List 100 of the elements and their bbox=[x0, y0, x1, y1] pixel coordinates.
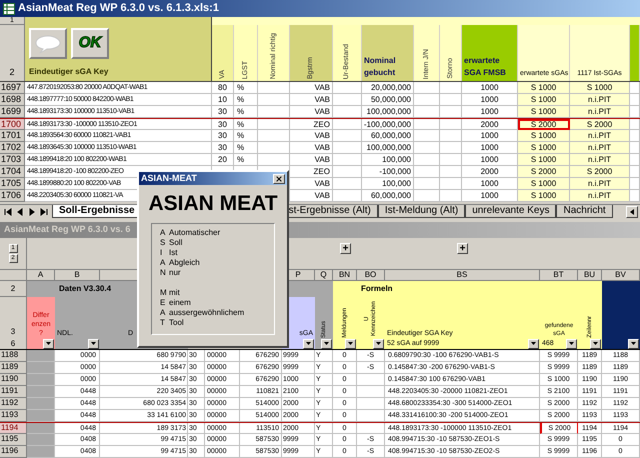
row-number: 1697 bbox=[0, 82, 25, 94]
table-cell: S 1000 bbox=[518, 142, 570, 154]
filter-dropdown-button[interactable] bbox=[566, 338, 577, 348]
expand-group-button[interactable]: + bbox=[340, 243, 351, 254]
filter-dropdown-button[interactable] bbox=[345, 338, 356, 348]
dropdown-arrow-icon bbox=[531, 342, 536, 345]
legend-letter: T bbox=[160, 318, 166, 328]
table-cell: 1000 bbox=[462, 94, 518, 106]
table-cell: % bbox=[234, 94, 258, 106]
row-number: 1699 bbox=[0, 106, 25, 118]
row-number: 2 bbox=[8, 66, 16, 78]
table-cell: 30 bbox=[212, 130, 234, 142]
table-cell: n.i.PIT bbox=[570, 178, 630, 190]
row-number: 1196 bbox=[0, 446, 27, 458]
legend-letter: A bbox=[160, 258, 166, 268]
table-cell: -100,000 bbox=[362, 166, 414, 178]
table-cell: % bbox=[234, 106, 258, 118]
ok-button[interactable]: OK bbox=[71, 28, 109, 59]
row-number: 1193 bbox=[0, 410, 27, 422]
row-number: 1700 bbox=[0, 119, 25, 130]
table-cell: % bbox=[234, 142, 258, 154]
legend-letter: M bbox=[160, 288, 168, 298]
comment-button[interactable] bbox=[29, 28, 67, 59]
legend-word: Automatischer bbox=[169, 228, 220, 238]
legend-letter: N bbox=[160, 268, 167, 278]
table-cell: n.i.PIT bbox=[570, 154, 630, 166]
filter-dropdown-button[interactable] bbox=[528, 338, 539, 348]
table-cell: S 1000 bbox=[518, 106, 570, 118]
column-header: erwartete SGA FMSB bbox=[464, 55, 507, 79]
table-cell: VAB bbox=[290, 142, 333, 154]
table-cell: n.i.PIT bbox=[570, 130, 630, 142]
window-title: AsianMeat Reg WP 6.3.0 vs. 6.1.3.xls:1 bbox=[18, 1, 219, 16]
legend-word: Ist bbox=[169, 248, 178, 258]
row-number: 1704 bbox=[0, 166, 25, 178]
row-number: 1190 bbox=[0, 374, 27, 386]
close-button[interactable] bbox=[273, 174, 285, 184]
table-cell: VAB bbox=[290, 130, 333, 142]
sheet-tab[interactable]: Nachricht bbox=[556, 205, 613, 218]
filter-dropdown-button[interactable] bbox=[88, 338, 99, 348]
sheet-tab[interactable]: unrelevante Keys bbox=[465, 205, 556, 218]
table-cell: VAB bbox=[290, 106, 333, 118]
legend-word: mit bbox=[169, 288, 180, 298]
filter-dropdown-button[interactable] bbox=[628, 338, 639, 348]
filter-dropdown-button[interactable] bbox=[303, 338, 314, 348]
legend-letter: E bbox=[160, 298, 166, 308]
expand-group-button[interactable]: + bbox=[457, 243, 468, 254]
table-cell: ZEO bbox=[290, 119, 333, 130]
table-cell: 100,000,000 bbox=[362, 142, 414, 154]
dialog-heading: ASIAN MEAT bbox=[147, 191, 279, 217]
next-sheet-icon[interactable] bbox=[28, 208, 36, 216]
table-cell: 1000 bbox=[462, 178, 518, 190]
table-cell: % bbox=[234, 119, 258, 130]
dropdown-arrow-icon bbox=[593, 342, 598, 345]
group-label: Formeln bbox=[361, 283, 393, 295]
filter-dropdown-button[interactable] bbox=[373, 338, 384, 348]
first-sheet-icon[interactable] bbox=[4, 208, 12, 216]
filter-dropdown-button[interactable] bbox=[43, 338, 54, 348]
row-number: 1189 bbox=[0, 362, 27, 374]
table-cell: 100,000 bbox=[362, 178, 414, 190]
table-cell: 60,000,000 bbox=[362, 130, 414, 142]
table-cell: VAB bbox=[290, 178, 333, 190]
table-cell: S 1000 bbox=[518, 130, 570, 142]
table-cell: S 2000 bbox=[518, 119, 570, 130]
table-cell: ZEO bbox=[290, 166, 333, 178]
legend-word: Tool bbox=[169, 318, 184, 328]
dialog-title: ASIAN-MEAT bbox=[141, 172, 197, 185]
table-cell: VAB bbox=[290, 190, 333, 202]
table-cell: 2000 bbox=[462, 166, 518, 178]
spreadsheet-icon bbox=[3, 2, 15, 14]
table-cell: 1000 bbox=[462, 154, 518, 166]
table-cell: 20 bbox=[212, 154, 234, 166]
sheet-tab[interactable]: Ist-Meldung (Alt) bbox=[378, 205, 466, 218]
row-number: 1194 bbox=[0, 423, 27, 434]
table-cell: % bbox=[234, 82, 258, 94]
legend-letter: A bbox=[160, 228, 166, 238]
column-header: Eindeutiger sGA Key bbox=[29, 66, 110, 78]
legend-letter: S bbox=[160, 238, 166, 248]
table-cell: 60,000,000 bbox=[362, 190, 414, 202]
previous-sheet-icon[interactable] bbox=[16, 208, 24, 216]
filter-dropdown-button[interactable] bbox=[590, 338, 601, 348]
table-cell: -100,000,000 bbox=[362, 119, 414, 130]
row-number: 1703 bbox=[0, 154, 25, 166]
last-sheet-icon[interactable] bbox=[40, 208, 48, 216]
table-cell: S 2000 bbox=[518, 166, 570, 178]
table-cell: S 1000 bbox=[518, 154, 570, 166]
table-cell: 1000 bbox=[462, 142, 518, 154]
table-cell: 50,000,000 bbox=[362, 94, 414, 106]
table-cell: n.i.PIT bbox=[570, 106, 630, 118]
dropdown-arrow-icon bbox=[324, 342, 329, 345]
legend-word: Abgleich bbox=[169, 258, 200, 268]
row-number: 1705 bbox=[0, 178, 25, 190]
table-cell: 100,000 bbox=[362, 154, 414, 166]
filter-dropdown-button[interactable] bbox=[321, 338, 332, 348]
legend-letter: A bbox=[160, 308, 166, 318]
row-number: 1706 bbox=[0, 190, 25, 202]
scroll-left-button[interactable] bbox=[626, 206, 638, 218]
header-cell bbox=[602, 281, 640, 297]
table-cell: S 2000 bbox=[570, 166, 630, 178]
table-cell: VAB bbox=[290, 154, 333, 166]
table-cell: n.i.PIT bbox=[570, 190, 630, 202]
